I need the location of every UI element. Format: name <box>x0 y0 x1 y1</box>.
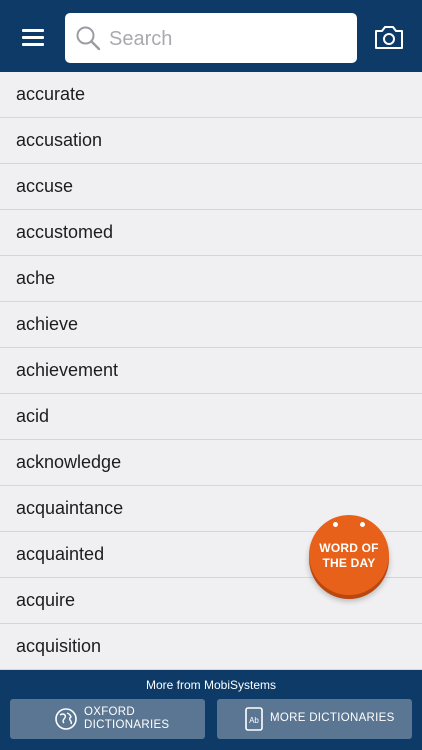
word-list-item[interactable]: accurate <box>0 72 422 118</box>
oxford-dictionaries-label: OXFORD DICTIONARIES <box>84 706 170 731</box>
search-icon <box>76 26 101 51</box>
word-list-item[interactable]: accustomed <box>0 210 422 256</box>
footer-title: More from MobiSystems <box>145 678 277 692</box>
word-list-item[interactable]: accusation <box>0 118 422 164</box>
word-of-the-day-label: WORD OF THE DAY <box>319 541 379 570</box>
search-input[interactable] <box>107 13 351 65</box>
camera-icon[interactable] <box>373 22 405 52</box>
menu-button[interactable] <box>18 22 48 52</box>
search-box[interactable] <box>65 13 357 65</box>
word-of-the-day-button[interactable]: WORD OF THE DAY <box>309 515 389 595</box>
top-bar <box>0 0 422 72</box>
more-dictionaries-button[interactable]: Ab MORE DICTIONARIES <box>217 699 412 739</box>
calendar-ring-icon <box>360 522 365 527</box>
hamburger-menu-icon <box>22 29 44 32</box>
word-list-item[interactable]: achievement <box>0 348 422 394</box>
dictionary-book-icon: Ab <box>245 707 263 731</box>
footer: More from MobiSystems OXFORD DICTIONARIE… <box>0 670 422 750</box>
word-list-item[interactable]: achieve <box>0 302 422 348</box>
more-dictionaries-label: MORE DICTIONARIES <box>270 712 395 724</box>
word-list-item[interactable]: ache <box>0 256 422 302</box>
word-list-item[interactable]: acid <box>0 394 422 440</box>
word-list-item[interactable]: acknowledge <box>0 440 422 486</box>
globe-icon <box>55 708 77 730</box>
svg-text:Ab: Ab <box>249 716 259 725</box>
calendar-ring-icon <box>333 522 338 527</box>
oxford-dictionaries-button[interactable]: OXFORD DICTIONARIES <box>10 699 205 739</box>
word-list-item[interactable]: accuse <box>0 164 422 210</box>
word-list-item[interactable]: acquisition <box>0 624 422 670</box>
